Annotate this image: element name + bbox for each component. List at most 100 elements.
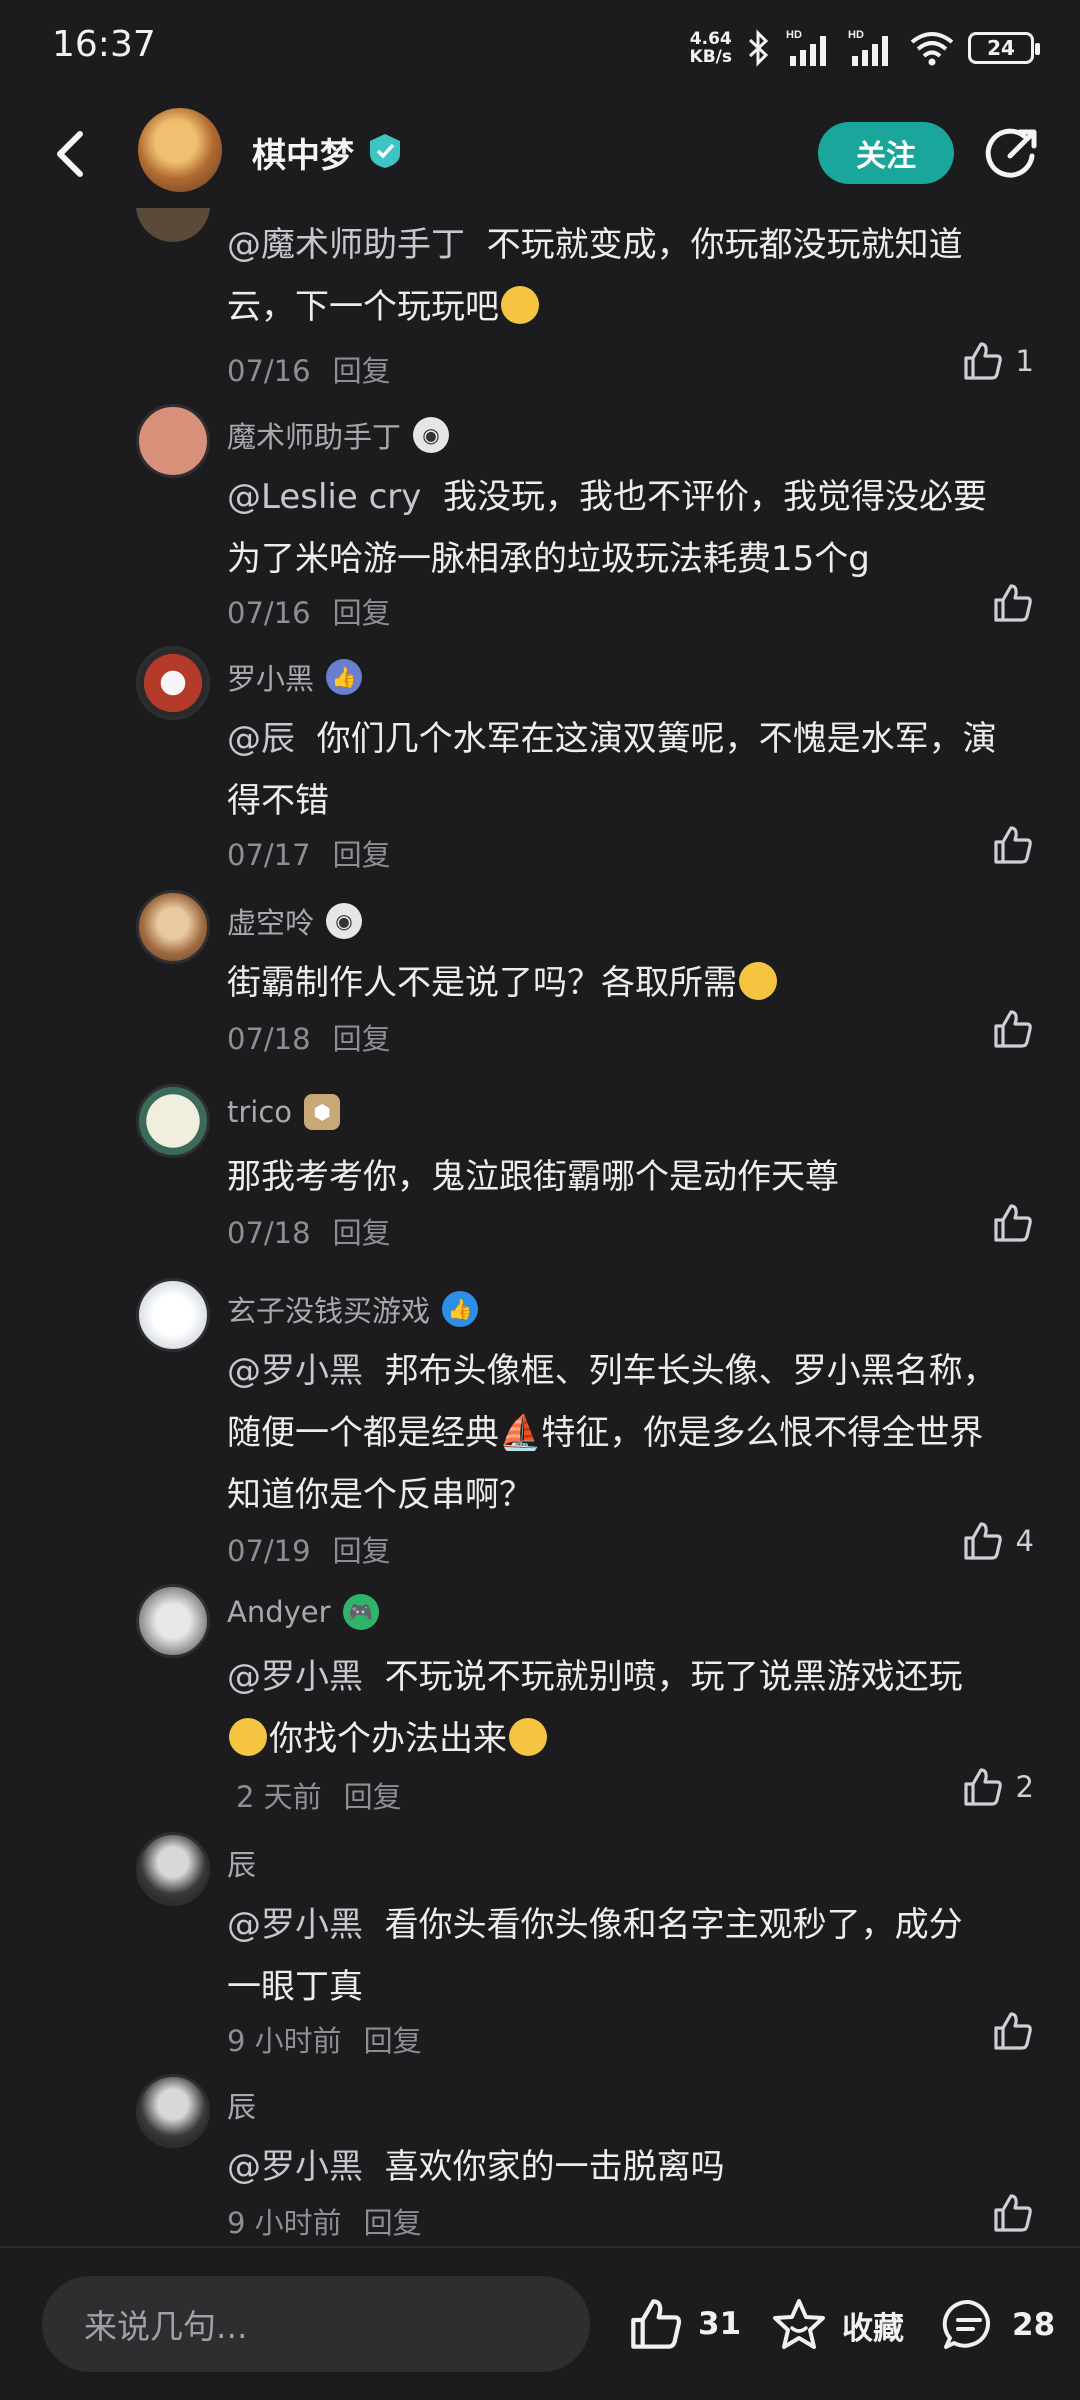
thumb-badge-icon: 👍: [442, 1291, 479, 1327]
username[interactable]: trico ⬢: [227, 1094, 341, 1130]
like-button[interactable]: 4: [962, 1520, 1034, 1562]
comment-meta: 07/17 回复: [227, 838, 391, 872]
like-button[interactable]: [992, 1202, 1034, 1244]
like-button[interactable]: 1: [962, 340, 1034, 382]
comment-meta: 9 小时前 回复: [227, 2024, 422, 2058]
reply-button[interactable]: 回复: [333, 596, 391, 630]
signal-icon: HD: [786, 29, 826, 66]
bottom-action-bar: 来说几句... 31 收藏 28: [0, 2246, 1080, 2400]
thumb-up-icon: [963, 1768, 1002, 1806]
comment-text: @罗小黑 喜欢你家的一击脱离吗: [227, 2147, 725, 2187]
like-button[interactable]: 2: [962, 1766, 1034, 1808]
star-icon: [773, 2299, 825, 2349]
mention[interactable]: @罗小黑: [227, 2147, 363, 2187]
comment-meta: 07/18 回复: [227, 1022, 391, 1056]
avatar[interactable]: [136, 404, 210, 478]
reply-button[interactable]: 回复: [364, 2206, 422, 2240]
username[interactable]: 辰: [227, 2084, 256, 2126]
avatar[interactable]: [136, 2074, 210, 2148]
username[interactable]: 玄子没钱买游戏 👍: [227, 1288, 479, 1330]
comment-meta: 07/18 回复: [227, 1216, 391, 1250]
mention[interactable]: @罗小黑: [227, 1905, 363, 1945]
like-button[interactable]: [992, 824, 1034, 866]
comment-text: 街霸制作人不是说了吗？各取所需: [227, 952, 1047, 1014]
comments-button[interactable]: 28: [940, 2296, 1055, 2354]
wifi-icon: [910, 32, 954, 66]
emoji-icon: [509, 1718, 547, 1756]
status-time: 16:37: [52, 24, 156, 65]
reply-button[interactable]: 回复: [333, 1216, 391, 1250]
username[interactable]: 辰: [227, 1842, 256, 1884]
like-count: 2: [1015, 1770, 1034, 1804]
comment-text: @罗小黑 邦布头像框、列车长头像、罗小黑名称， 随便一个都是经典⛵特征，你是多么…: [227, 1351, 997, 1515]
thumb-up-icon: [994, 1010, 1032, 1048]
like-button[interactable]: [992, 2010, 1034, 2052]
reply-button[interactable]: 回复: [364, 2024, 422, 2058]
comment-meta: 07/16 回复: [227, 354, 391, 388]
username[interactable]: 魔术师助手丁 ◉: [227, 414, 450, 456]
battery-indicator: 24: [968, 32, 1040, 64]
avatar[interactable]: [136, 1084, 210, 1158]
reply-button[interactable]: 回复: [333, 1022, 391, 1056]
comment-text: @辰 你们几个水军在这演双簧呢，不愧是水军，演 得不错: [227, 719, 997, 821]
like-button[interactable]: [992, 582, 1034, 624]
back-arrow-icon[interactable]: [48, 126, 96, 182]
reply-button[interactable]: 回复: [333, 838, 391, 872]
network-speed: 4.64 KB/s: [689, 29, 732, 67]
avatar[interactable]: [136, 1832, 210, 1906]
like-post-button[interactable]: 31: [628, 2296, 741, 2352]
thumb-up-icon: [963, 342, 1002, 380]
verified-badge-icon: [370, 134, 400, 168]
mention[interactable]: @罗小黑: [227, 1657, 363, 1697]
mention[interactable]: @罗小黑: [227, 1351, 363, 1391]
favorite-button[interactable]: 收藏: [770, 2296, 904, 2354]
share-icon[interactable]: [984, 126, 1040, 182]
username[interactable]: 罗小黑 👍: [227, 656, 363, 698]
reply-button[interactable]: 回复: [333, 1534, 391, 1568]
follow-button[interactable]: 关注: [818, 122, 954, 184]
avatar[interactable]: [136, 1584, 210, 1658]
comment-count: 28: [1012, 2307, 1056, 2343]
comment-meta: 07/16 回复: [227, 596, 391, 630]
comment-meta: 9 小时前 回复: [227, 2206, 422, 2240]
author-avatar[interactable]: [138, 108, 222, 192]
header-bar: 棋中梦 关注: [0, 96, 1080, 208]
bluetooth-icon: [748, 29, 769, 67]
comment-list[interactable]: @魔术师助手丁 不玩就变成，你玩都没玩就知道 云，下一个玩玩吧 07/16 回复 …: [0, 208, 1080, 2246]
thumb-up-icon: [994, 584, 1032, 622]
username[interactable]: 虚空呤 ◉: [227, 900, 363, 942]
post-like-count: 31: [698, 2306, 742, 2342]
reply-button[interactable]: 回复: [333, 354, 391, 388]
favorite-label: 收藏: [842, 2310, 904, 2347]
signal-icon: HD: [848, 29, 888, 66]
reply-button[interactable]: 回复: [344, 1780, 402, 1814]
svg-text:HD: HD: [848, 29, 864, 41]
comment-input[interactable]: 来说几句...: [42, 2276, 590, 2372]
mention[interactable]: @Leslie cry: [227, 477, 421, 517]
emoji-icon: [229, 1718, 267, 1756]
thumb-up-icon: [994, 1204, 1032, 1242]
comment-text: @罗小黑 不玩说不玩就别喷，玩了说黑游戏还玩 你找个办法出来: [227, 1657, 963, 1759]
hexagon-badge-icon: ⬢: [304, 1094, 341, 1130]
avatar[interactable]: [136, 208, 210, 242]
comment-meta: 07/19 回复: [227, 1534, 391, 1568]
sailboat-emoji-icon: ⛵: [499, 1413, 542, 1453]
avatar[interactable]: [136, 646, 210, 720]
like-button[interactable]: [992, 2192, 1034, 2234]
status-icons: 4.64 KB/s HD HD 24: [689, 28, 1040, 68]
username[interactable]: Andyer 🎮: [227, 1594, 379, 1630]
mention[interactable]: @辰: [227, 719, 295, 759]
comment-icon: [942, 2299, 990, 2349]
avatar[interactable]: [136, 890, 210, 964]
fan-badge-icon: ◉: [413, 417, 450, 453]
mention[interactable]: @魔术师助手丁: [227, 225, 465, 265]
like-button[interactable]: [992, 1008, 1034, 1050]
thumb-up-icon: [631, 2299, 682, 2349]
comment-text: 那我考考你，鬼泣跟街霸哪个是动作天尊: [227, 1157, 839, 1197]
thumb-up-icon: [994, 2194, 1032, 2232]
avatar[interactable]: [136, 1278, 210, 1352]
like-count: 1: [1015, 344, 1034, 378]
comment-meta: 2 天前 回复: [236, 1780, 402, 1814]
thumb-up-icon: [963, 1522, 1002, 1560]
author-name[interactable]: 棋中梦: [252, 128, 354, 177]
